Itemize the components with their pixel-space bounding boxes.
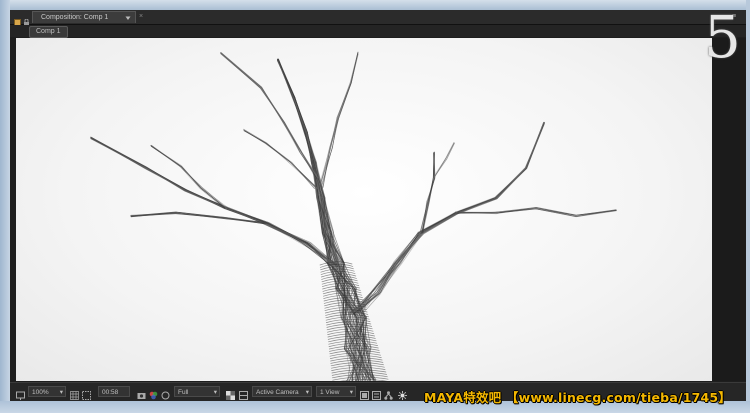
camera-view-select[interactable]: Active Camera ▾ xyxy=(252,386,312,397)
tree-fiber xyxy=(220,52,318,179)
magnification-value: 100% xyxy=(32,389,49,396)
tree-artwork xyxy=(90,51,617,381)
tree-fiber xyxy=(361,123,544,314)
tree-fiber xyxy=(220,52,318,179)
tree-fiber xyxy=(360,123,545,313)
camera-icon[interactable] xyxy=(137,387,146,399)
resolution-value: Full xyxy=(178,389,189,396)
resolution-select[interactable]: Full ▾ xyxy=(174,386,220,397)
timeline-icon[interactable] xyxy=(372,387,381,400)
current-time-value: 00:58 xyxy=(102,389,119,396)
tree-fiber xyxy=(278,59,357,381)
window-right-border xyxy=(746,0,750,413)
lock-icon[interactable] xyxy=(23,13,30,26)
composition-viewer[interactable] xyxy=(16,38,712,381)
watermark-text: MAYA特效吧 【www.linecg.com/tieba/1745】 xyxy=(424,390,732,405)
transparency-icon[interactable] xyxy=(226,387,235,400)
after-effects-window: Composition: Comp 1 × ≡ Comp 1 5 100% ▾ … xyxy=(0,0,750,413)
tree-fiber xyxy=(220,52,319,179)
fast-preview-icon[interactable] xyxy=(360,387,369,400)
region-icon[interactable] xyxy=(161,387,170,400)
close-icon[interactable]: × xyxy=(139,11,143,23)
tree-fiber xyxy=(362,122,544,315)
comp-1-button[interactable]: Comp 1 xyxy=(29,26,68,38)
composition-navigator: Comp 1 xyxy=(10,25,746,38)
current-time-display[interactable]: 00:58 xyxy=(98,386,130,397)
window-top-border xyxy=(0,0,750,10)
tree-fiber xyxy=(277,59,358,381)
tree-fiber xyxy=(277,58,357,381)
window-left-border xyxy=(0,0,10,413)
tree-fiber xyxy=(220,52,319,179)
viewer-right-gutter xyxy=(712,38,746,381)
tab-composition[interactable]: Composition: Comp 1 xyxy=(32,11,136,23)
tree-fiber xyxy=(220,52,319,178)
color-icon[interactable] xyxy=(149,387,158,400)
step-number-overlay: 5 xyxy=(704,3,741,71)
monitor-icon[interactable] xyxy=(16,387,25,400)
tree-fiber xyxy=(90,138,335,266)
tree-fiber xyxy=(220,52,317,180)
tree-fiber xyxy=(420,151,435,233)
tree-fiber xyxy=(419,152,435,233)
composition-panel-header: Composition: Comp 1 × ≡ xyxy=(10,10,746,26)
camera-view-value: Active Camera xyxy=(256,389,299,396)
magnification-select[interactable]: 100% ▾ xyxy=(28,386,66,397)
tree-fiber xyxy=(243,130,315,189)
tree-fiber xyxy=(220,53,318,178)
exposure-icon[interactable] xyxy=(398,387,407,400)
tree-fiber xyxy=(360,123,545,314)
tree-fiber xyxy=(362,122,545,314)
composition-icon xyxy=(14,13,21,26)
layout-icon[interactable] xyxy=(239,387,248,400)
tree-fiber xyxy=(319,53,358,188)
flowchart-icon[interactable] xyxy=(384,387,393,400)
tree-fiber xyxy=(278,59,357,381)
tree-fiber xyxy=(90,136,339,267)
view-layout-select[interactable]: 1 View ▾ xyxy=(316,386,356,397)
tree-fiber xyxy=(244,130,316,188)
tab-composition-label: Composition: Comp 1 xyxy=(41,14,109,21)
tree-fiber xyxy=(220,52,318,178)
mask-icon[interactable] xyxy=(82,387,91,400)
tree-fiber xyxy=(359,123,544,313)
grid-icon[interactable] xyxy=(70,387,79,400)
view-layout-value: 1 View xyxy=(320,389,340,396)
